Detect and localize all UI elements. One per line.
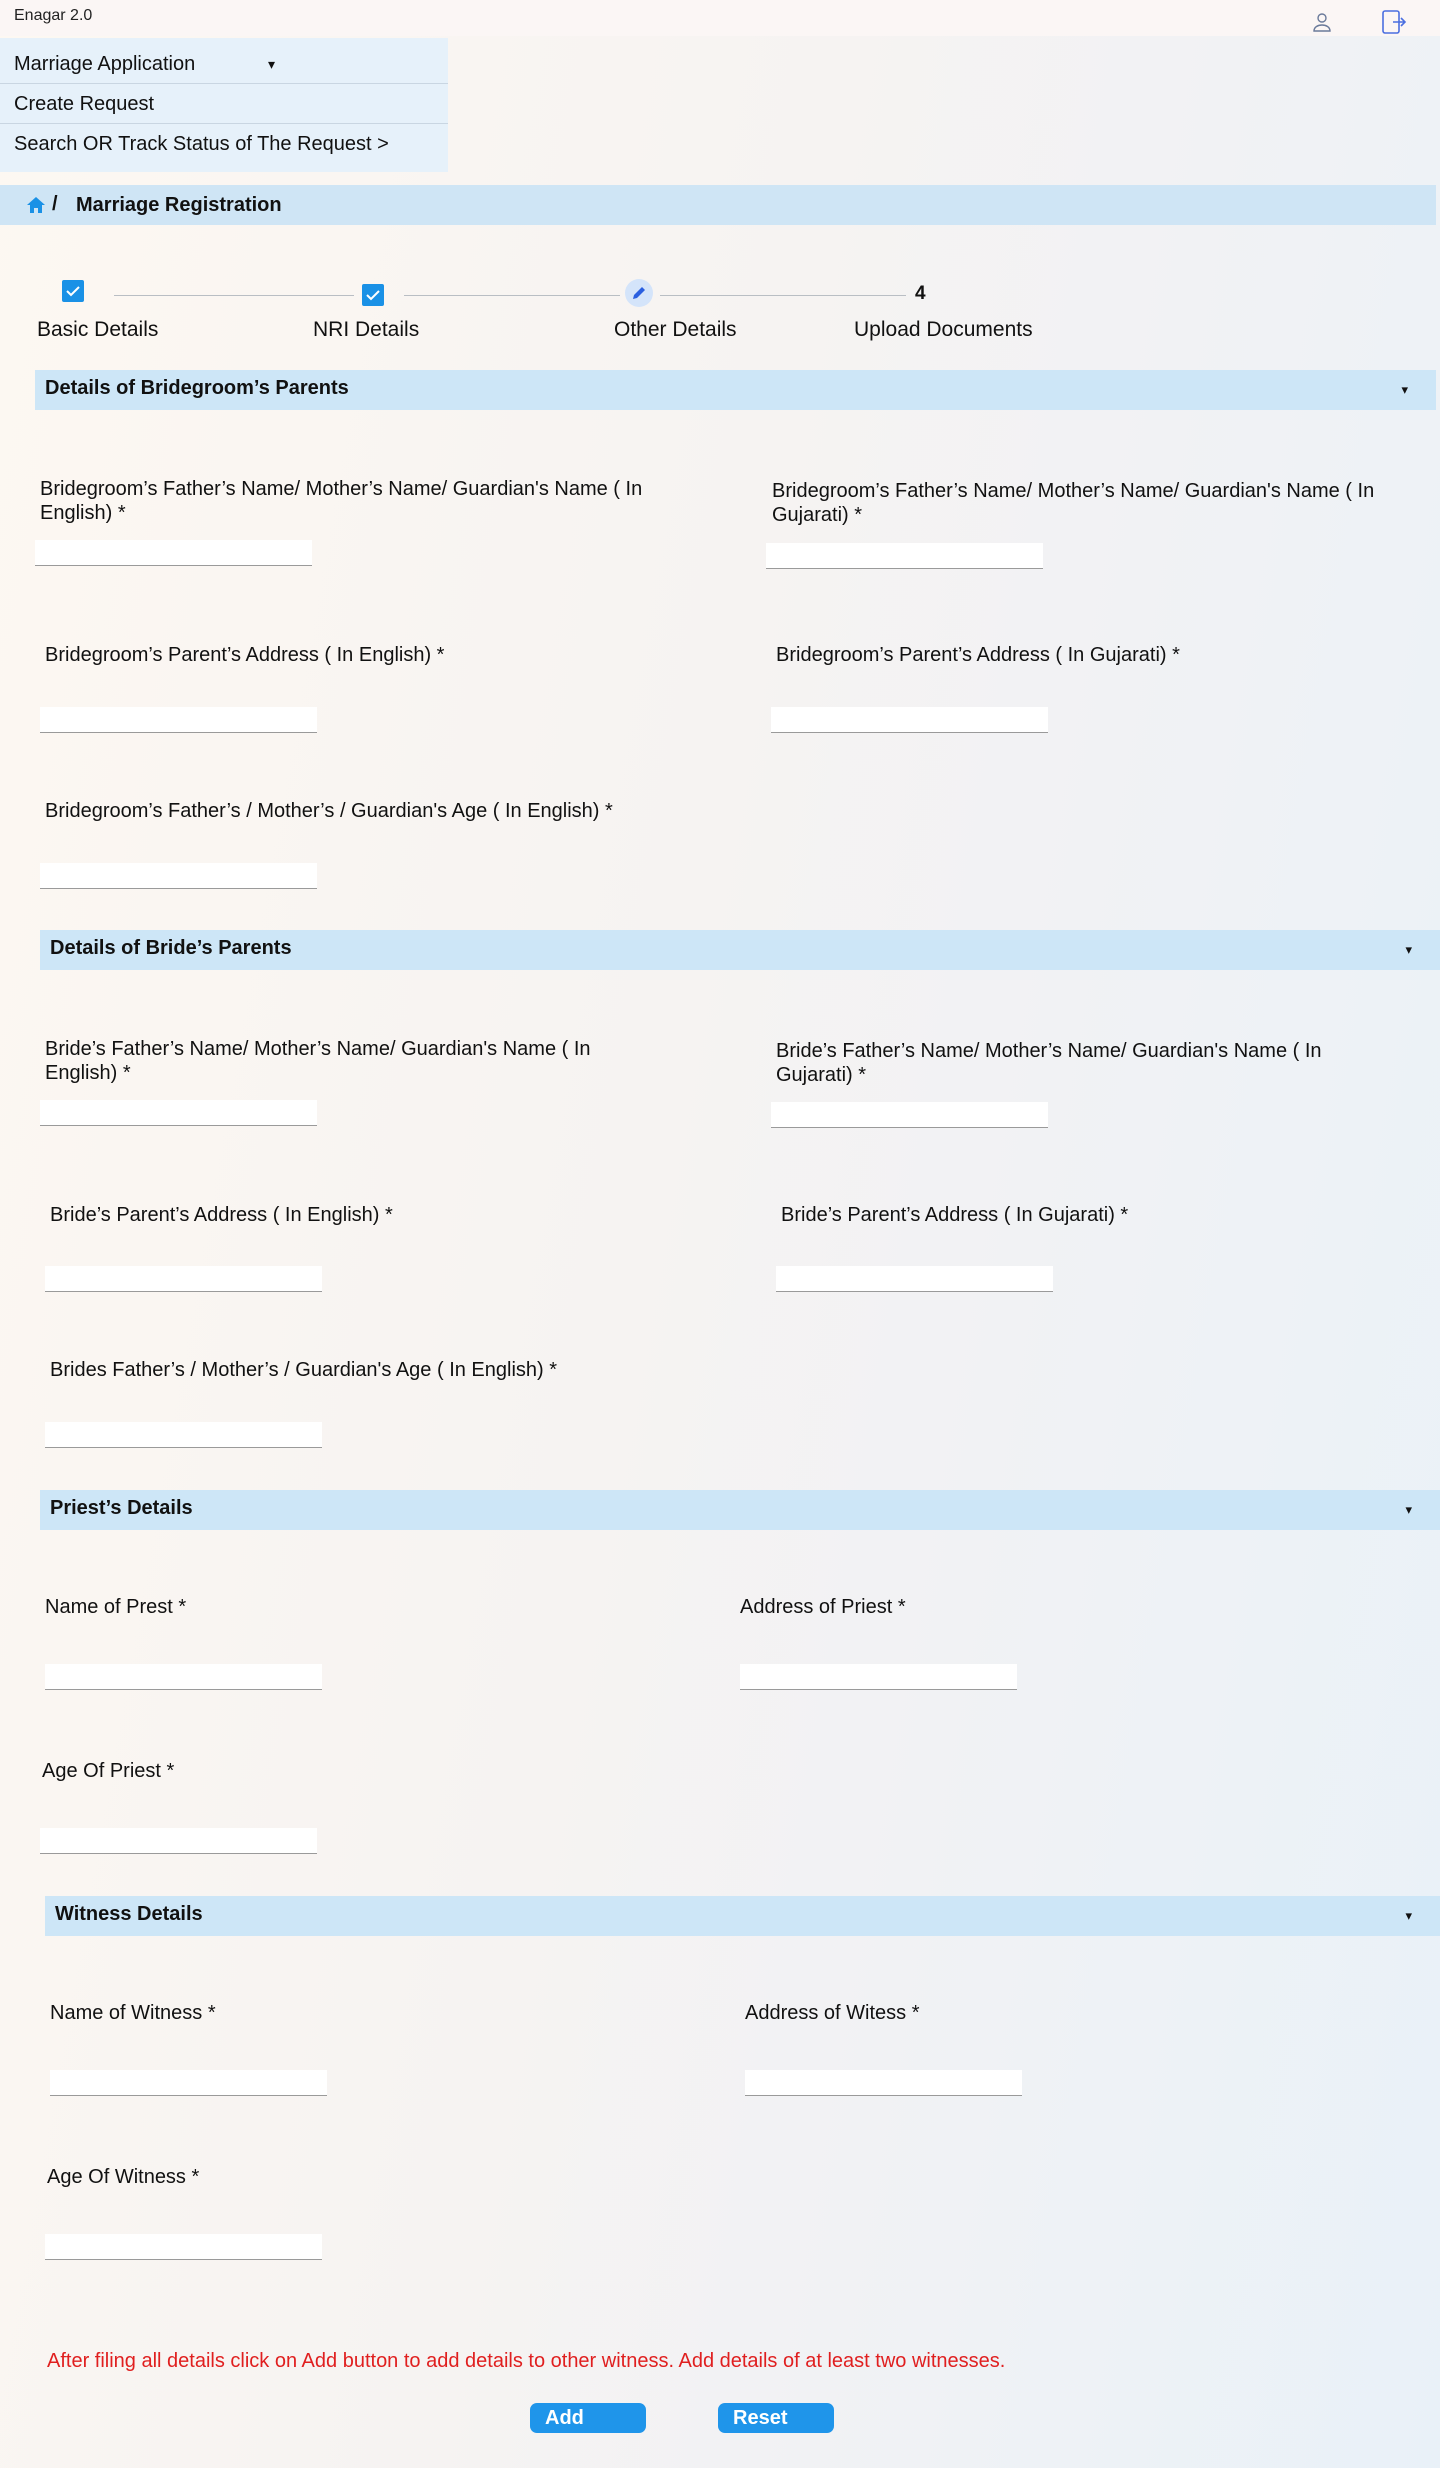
groom-parent-age-label: Bridegroom’s Father’s / Mother’s / Guard… — [45, 800, 613, 822]
bride-parent-address-gu-input[interactable] — [776, 1266, 1053, 1292]
groom-parent-name-en-label: Bridegroom’s Father’s Name/ Mother’s Nam… — [40, 478, 643, 524]
bride-parent-address-gu-label: Bride’s Parent’s Address ( In Gujarati) … — [781, 1204, 1129, 1226]
priest-age-input[interactable] — [40, 1828, 317, 1854]
section-header-bride-parents[interactable]: Details of Bride’s Parents ▾ — [40, 930, 1440, 970]
bride-parent-address-en-label: Bride’s Parent’s Address ( In English) * — [50, 1204, 393, 1226]
chevron-down-icon[interactable]: ▾ — [1405, 942, 1412, 958]
groom-parent-name-en-input[interactable] — [35, 540, 312, 566]
step-label-nri-details[interactable]: NRI Details — [313, 318, 419, 342]
menu-item-label: Create Request — [14, 93, 155, 115]
groom-parent-address-gu-input[interactable] — [771, 707, 1048, 733]
step-basic-checkbox-icon[interactable] — [62, 280, 84, 302]
priest-age-label: Age Of Priest * — [42, 1760, 175, 1782]
bride-parent-name-gu-label: Bride’s Father’s Name/ Mother’s Name/ Gu… — [776, 1040, 1322, 1086]
bride-parent-name-en-input[interactable] — [40, 1100, 317, 1126]
reset-button[interactable]: Reset — [718, 2403, 834, 2433]
step-number: 4 — [915, 283, 926, 304]
pencil-icon[interactable] — [625, 279, 653, 307]
groom-parent-address-gu-label: Bridegroom’s Parent’s Address ( In Gujar… — [776, 644, 1180, 666]
app-title: Enagar 2.0 — [14, 7, 93, 24]
section-title: Details of Bride’s Parents — [50, 937, 292, 959]
groom-parent-name-gu-input[interactable] — [766, 543, 1043, 569]
section-title: Details of Bridegroom’s Parents — [45, 377, 349, 399]
bride-parent-age-input[interactable] — [45, 1422, 322, 1448]
section-title: Priest’s Details — [50, 1497, 193, 1519]
witness-name-input[interactable] — [50, 2070, 327, 2096]
chevron-down-icon[interactable]: ▾ — [1405, 1908, 1412, 1924]
application-menu: Marriage Application ▾ Create Request Se… — [0, 38, 448, 172]
stepper-connector — [404, 295, 620, 296]
witness-instruction-note: After filing all details click on Add bu… — [47, 2350, 1006, 2372]
bride-parent-name-gu-input[interactable] — [771, 1102, 1048, 1128]
menu-item-search-track[interactable]: Search OR Track Status of The Request > — [0, 124, 448, 164]
section-header-groom-parents[interactable]: Details of Bridegroom’s Parents ▾ — [35, 370, 1436, 410]
section-header-witness[interactable]: Witness Details ▾ — [45, 1896, 1440, 1936]
section-header-priest[interactable]: Priest’s Details ▾ — [40, 1490, 1440, 1530]
chevron-down-icon: ▾ — [268, 56, 276, 72]
menu-item-marriage-application[interactable]: Marriage Application ▾ — [0, 44, 448, 84]
top-bar: Enagar 2.0 — [0, 0, 1440, 36]
step-label-basic-details[interactable]: Basic Details — [37, 318, 158, 342]
bride-parent-address-en-input[interactable] — [45, 1266, 322, 1292]
stepper-connector — [660, 295, 906, 296]
step-label-other-details[interactable]: Other Details — [614, 318, 737, 342]
bride-parent-name-en-label: Bride’s Father’s Name/ Mother’s Name/ Gu… — [45, 1038, 591, 1084]
priest-address-input[interactable] — [740, 1664, 1017, 1690]
chevron-down-icon[interactable]: ▾ — [1401, 382, 1408, 398]
logout-icon[interactable] — [1380, 8, 1407, 34]
menu-item-create-request[interactable]: Create Request — [0, 84, 448, 124]
home-icon[interactable] — [26, 196, 46, 214]
step-nri-checkbox-icon[interactable] — [362, 284, 384, 306]
add-button[interactable]: Add — [530, 2403, 646, 2433]
bride-parent-age-label: Brides Father’s / Mother’s / Guardian's … — [50, 1359, 558, 1381]
menu-item-label: Search OR Track Status of The Request > — [14, 133, 389, 155]
menu-item-label: Marriage Application — [14, 53, 196, 75]
groom-parent-address-en-label: Bridegroom’s Parent’s Address ( In Engli… — [45, 644, 445, 666]
priest-name-label: Name of Prest * — [45, 1596, 187, 1618]
groom-parent-name-gu-label: Bridegroom’s Father’s Name/ Mother’s Nam… — [772, 480, 1375, 526]
witness-address-label: Address of Witess * — [745, 2002, 920, 2024]
witness-address-input[interactable] — [745, 2070, 1022, 2096]
groom-parent-address-en-input[interactable] — [40, 707, 317, 733]
witness-age-label: Age Of Witness * — [47, 2166, 200, 2188]
step-label-upload-documents[interactable]: Upload Documents — [854, 318, 1033, 342]
breadcrumb-separator: / — [52, 193, 58, 215]
stepper-connector — [114, 295, 354, 296]
breadcrumb: / Marriage Registration — [0, 185, 1436, 225]
user-icon[interactable] — [1310, 10, 1336, 36]
groom-parent-age-input[interactable] — [40, 863, 317, 889]
chevron-down-icon[interactable]: ▾ — [1405, 1502, 1412, 1518]
priest-name-input[interactable] — [45, 1664, 322, 1690]
section-title: Witness Details — [55, 1903, 203, 1925]
witness-name-label: Name of Witness * — [50, 2002, 216, 2024]
breadcrumb-current: Marriage Registration — [76, 194, 282, 216]
priest-address-label: Address of Priest * — [740, 1596, 906, 1618]
witness-age-input[interactable] — [45, 2234, 322, 2260]
